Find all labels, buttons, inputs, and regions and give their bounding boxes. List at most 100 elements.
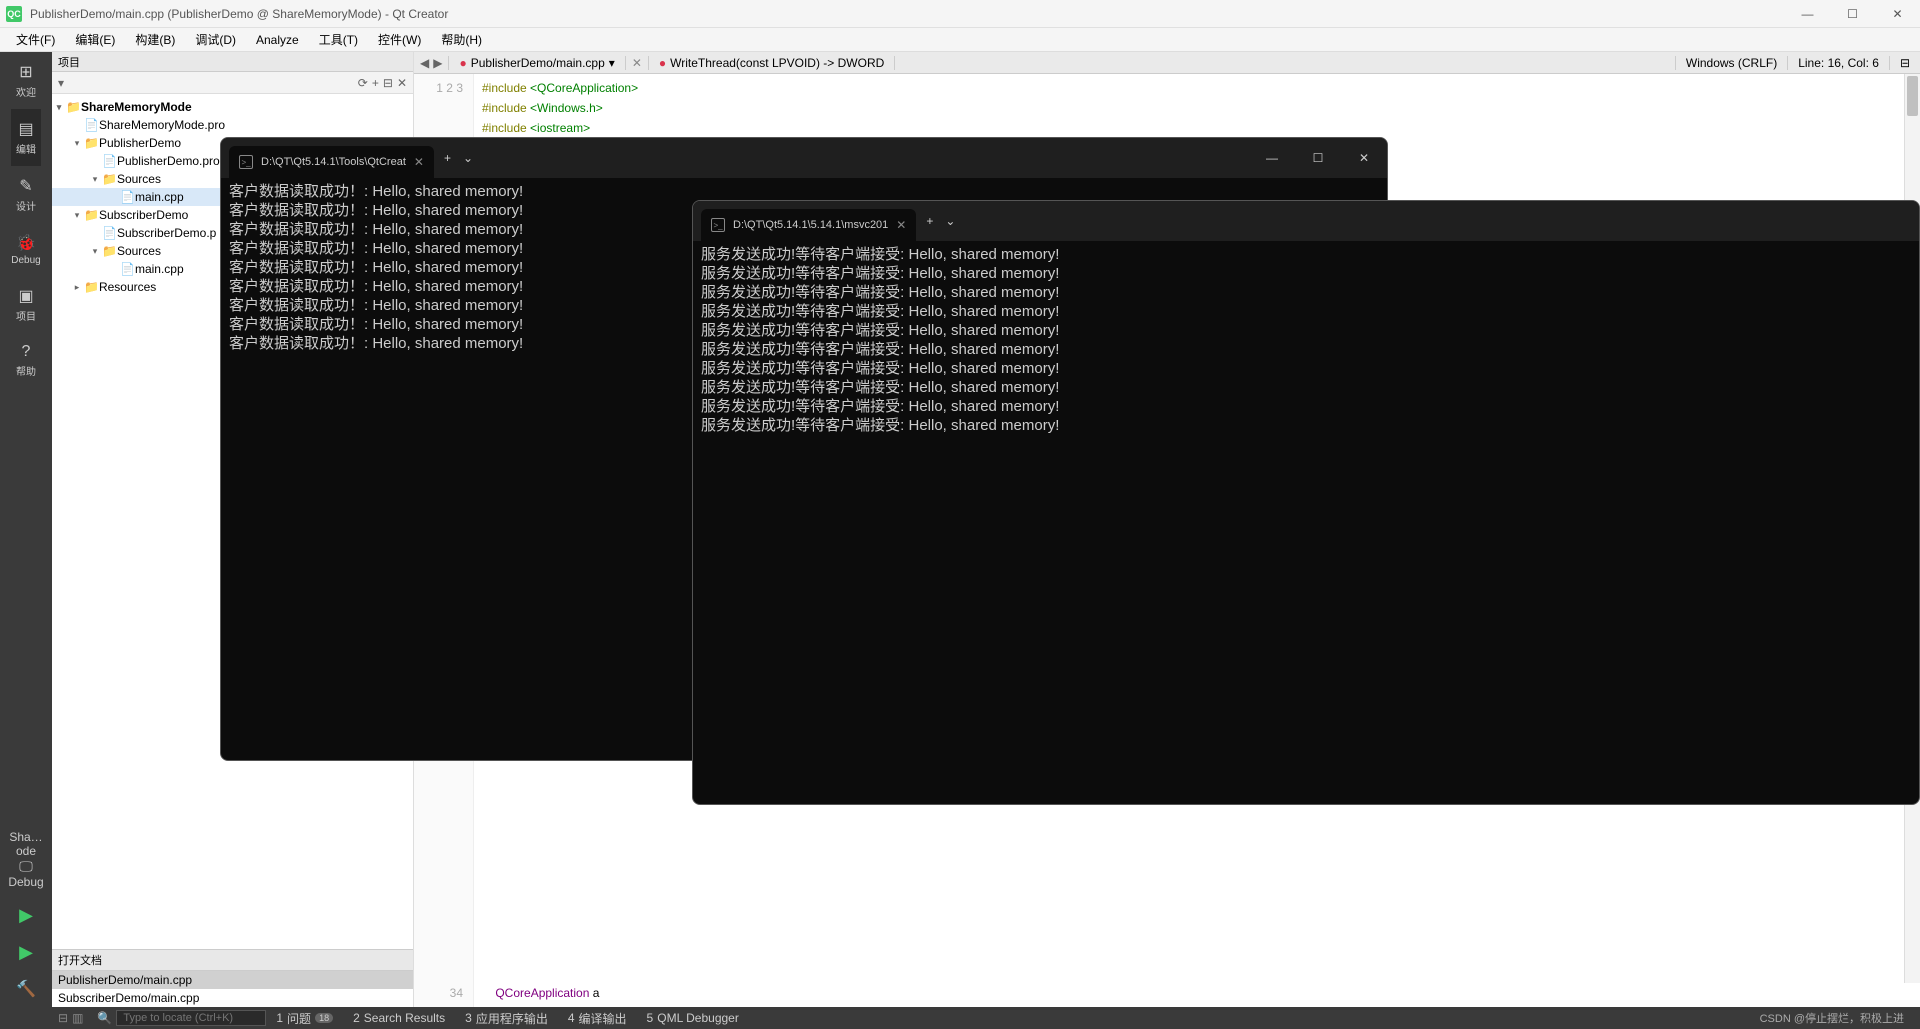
encoding-label[interactable]: Windows (CRLF): [1675, 56, 1787, 70]
maximize-button[interactable]: ☐: [1830, 0, 1875, 28]
panel-toolbar: ▾ ⟳ + ⊟ ✕: [52, 72, 413, 94]
terminal-close[interactable]: ✕: [1341, 138, 1387, 178]
caret-icon[interactable]: ▾: [52, 102, 66, 113]
open-doc-item[interactable]: PublisherDemo/main.cpp: [52, 971, 413, 989]
sidebar-item-帮助[interactable]: ?帮助: [11, 333, 40, 388]
footer: ⊟ ▥ 🔍 1 问题 182 Search Results3 应用程序输出4 编…: [0, 1007, 1920, 1029]
terminal-titlebar[interactable]: >_ D:\QT\Qt5.14.1\5.14.1\msvc201 ✕ + ⌄: [693, 201, 1919, 241]
menu-item[interactable]: 控件(W): [368, 31, 431, 48]
caret-icon[interactable]: ▸: [70, 282, 84, 293]
terminal-maximize[interactable]: ☐: [1295, 138, 1341, 178]
file-icon: 📄: [120, 190, 135, 204]
footer-tab[interactable]: 5 QML Debugger: [637, 1010, 749, 1027]
terminal-titlebar[interactable]: >_ D:\QT\Qt5.14.1\Tools\QtCreat ✕ + ⌄ — …: [221, 138, 1387, 178]
filter-icon[interactable]: ▾: [58, 76, 64, 90]
nav-arrows: ◀ ▶: [414, 56, 448, 70]
minimize-button[interactable]: —: [1785, 0, 1830, 28]
new-tab-button[interactable]: +: [444, 151, 451, 165]
panel-list-icon[interactable]: ▥: [72, 1011, 83, 1025]
folder-icon: 📁: [66, 100, 81, 114]
menu-item[interactable]: 调试(D): [185, 31, 246, 48]
footer-tab[interactable]: 2 Search Results: [343, 1010, 455, 1027]
footer-tab[interactable]: 3 应用程序输出: [455, 1010, 558, 1027]
tab-menu-icon[interactable]: ⌄: [945, 214, 955, 228]
menu-item[interactable]: 文件(F): [6, 31, 65, 48]
build-button[interactable]: 🔨: [0, 971, 52, 1007]
window-titlebar: QC PublisherDemo/main.cpp (PublisherDemo…: [0, 0, 1920, 28]
file-status-icon: ●: [459, 56, 466, 70]
terminal-tab-close[interactable]: ✕: [896, 218, 906, 232]
caret-icon[interactable]: ▾: [88, 246, 102, 257]
close-panel-icon[interactable]: ✕: [397, 76, 407, 90]
badge: 18: [315, 1013, 333, 1023]
add-icon[interactable]: +: [372, 76, 379, 90]
terminal-tab-close[interactable]: ✕: [414, 155, 424, 169]
debug-run-button[interactable]: ▶: [0, 934, 52, 971]
tree-label: Resources: [99, 280, 156, 294]
terminal-tab[interactable]: >_ D:\QT\Qt5.14.1\Tools\QtCreat ✕: [229, 146, 434, 178]
nav-back-icon[interactable]: ◀: [420, 56, 429, 70]
close-button[interactable]: ✕: [1875, 0, 1920, 28]
sidebar-item-编辑[interactable]: ▤编辑: [11, 109, 40, 166]
folder-icon: 📁: [84, 208, 99, 222]
code-bottom[interactable]: QCoreApplication a: [474, 983, 1920, 1007]
sidebar-icon: ?: [11, 343, 40, 361]
menu-item[interactable]: 工具(T): [309, 31, 368, 48]
sidebar-item-项目[interactable]: ▣项目: [11, 276, 40, 333]
qt-creator-icon: QC: [6, 6, 22, 22]
tree-node[interactable]: 📄 ShareMemoryMode.pro: [52, 116, 413, 134]
footer-tab[interactable]: 4 编译输出: [558, 1010, 637, 1027]
tree-label: SubscriberDemo.p: [117, 226, 216, 240]
tree-label: ShareMemoryMode: [81, 100, 192, 114]
caret-icon[interactable]: ▾: [70, 210, 84, 221]
nav-fwd-icon[interactable]: ▶: [433, 56, 442, 70]
tree-label: SubscriberDemo: [99, 208, 188, 222]
locator-input[interactable]: [116, 1010, 266, 1026]
sidebar-item-欢迎[interactable]: ⊞欢迎: [11, 52, 40, 109]
file-icon: 📄: [102, 226, 117, 240]
caret-icon[interactable]: ▾: [70, 138, 84, 149]
locator[interactable]: 🔍: [97, 1010, 266, 1026]
file-icon: 📄: [120, 262, 135, 276]
function-dropdown[interactable]: ● WriteThread(const LPVOID) -> DWORD: [648, 56, 895, 70]
menu-item[interactable]: Analyze: [246, 33, 309, 47]
terminal-output[interactable]: 服务发送成功!等待客户端接受: Hello, shared memory! 服务…: [693, 241, 1919, 439]
file-icon: 📄: [84, 118, 99, 132]
menu-item[interactable]: 帮助(H): [431, 31, 492, 48]
file-dropdown[interactable]: ● PublisherDemo/main.cpp ▾: [448, 56, 625, 70]
terminal-actions: + ⌄: [926, 214, 955, 228]
new-tab-button[interactable]: +: [926, 214, 933, 228]
menu-item[interactable]: 编辑(E): [65, 31, 125, 48]
tree-node[interactable]: ▾📁 ShareMemoryMode: [52, 98, 413, 116]
tree-label: PublisherDemo.pro: [117, 154, 220, 168]
sidebar-icon: 🐞: [11, 233, 40, 253]
tree-label: main.cpp: [135, 190, 184, 204]
panel-prev-icon[interactable]: ⊟: [58, 1011, 68, 1025]
terminal-minimize[interactable]: —: [1249, 138, 1295, 178]
terminal-tab[interactable]: >_ D:\QT\Qt5.14.1\5.14.1\msvc201 ✕: [701, 209, 916, 241]
sync-icon[interactable]: ⟳: [358, 76, 368, 90]
open-doc-item[interactable]: SubscriberDemo/main.cpp: [52, 989, 413, 1007]
split-horizontal-icon[interactable]: ⊟: [1889, 56, 1920, 70]
split-icon[interactable]: ⊟: [383, 76, 393, 90]
terminal-window-publisher[interactable]: >_ D:\QT\Qt5.14.1\5.14.1\msvc201 ✕ + ⌄ 服…: [692, 200, 1920, 805]
build-controls: Sha…ode 🖵 Debug ▶ ▶ 🔨: [0, 822, 52, 1007]
terminal-tab-title: D:\QT\Qt5.14.1\Tools\QtCreat: [261, 156, 406, 168]
sidebar-item-Debug[interactable]: 🐞Debug: [11, 223, 40, 276]
run-button[interactable]: ▶: [0, 897, 52, 934]
menubar: 文件(F)编辑(E)构建(B)调试(D)Analyze工具(T)控件(W)帮助(…: [0, 28, 1920, 52]
function-name: WriteThread(const LPVOID) -> DWORD: [670, 56, 884, 70]
caret-icon[interactable]: ▾: [88, 174, 102, 185]
sidebar-icon: ▣: [11, 286, 40, 306]
menu-item[interactable]: 构建(B): [125, 31, 185, 48]
tab-menu-icon[interactable]: ⌄: [463, 151, 473, 165]
watermark: CSDN @停止摆烂，积极上进: [1760, 1010, 1904, 1026]
terminal-window-controls: — ☐ ✕: [1249, 138, 1387, 178]
chevron-down-icon: ▾: [609, 56, 615, 70]
close-file-button[interactable]: ✕: [626, 56, 648, 70]
footer-nav: ⊟ ▥: [52, 1011, 89, 1025]
kit-selector[interactable]: Sha…ode 🖵 Debug: [0, 822, 52, 897]
tree-label: main.cpp: [135, 262, 184, 276]
footer-tab[interactable]: 1 问题 18: [266, 1010, 343, 1027]
sidebar-item-设计[interactable]: ✎设计: [11, 166, 40, 223]
